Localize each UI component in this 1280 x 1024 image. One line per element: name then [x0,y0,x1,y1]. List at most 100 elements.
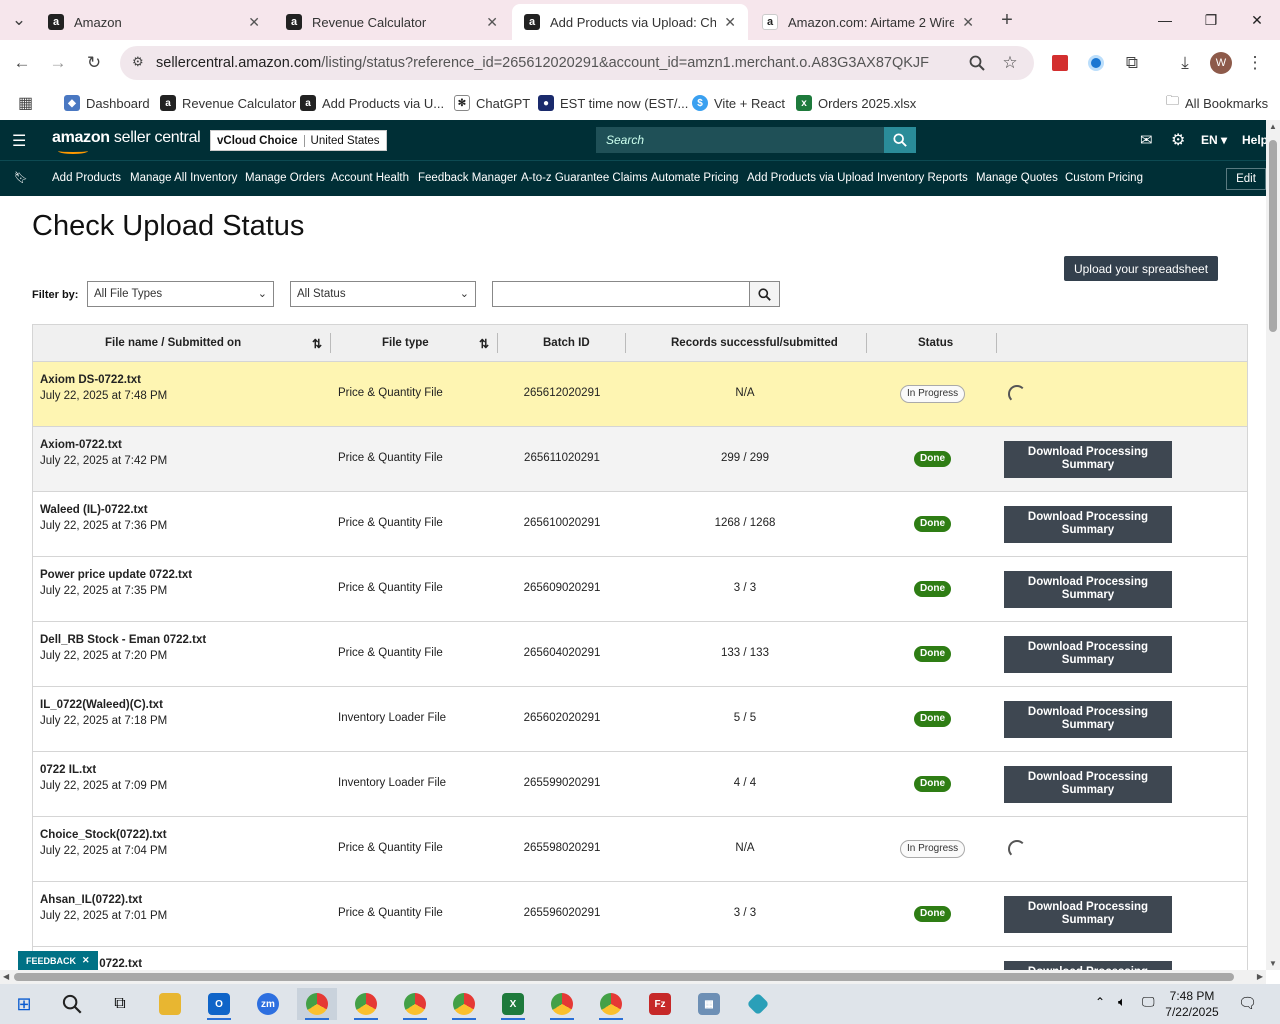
nav-manage-orders[interactable]: Manage Orders [245,172,325,184]
task-view-button[interactable]: ⧉ [100,988,140,1020]
browser-menu-icon[interactable]: ⋮ [1244,52,1266,74]
new-tab-icon[interactable]: + [996,9,1018,31]
language-selector[interactable]: EN ▾ [1201,133,1227,147]
nav-account-health[interactable]: Account Health [331,172,409,184]
taskbar-zoom[interactable]: zm [248,988,288,1020]
bookmark-add-products[interactable]: a Add Products via U... [300,92,444,114]
taskbar-app[interactable] [738,988,778,1020]
close-tab-icon[interactable]: ✕ [962,14,974,31]
bookmark-orders-xlsx[interactable]: x Orders 2025.xlsx [796,92,916,114]
bookmark-revenue-calculator[interactable]: a Revenue Calculator [160,92,296,114]
file-type-filter[interactable]: All File Types ⌄ [87,281,274,307]
bookmark-chatgpt[interactable]: ✻ ChatGPT [454,92,530,114]
site-info-icon[interactable]: ⚙ [132,54,144,70]
taskbar-outlook[interactable]: O [199,988,239,1020]
taskbar-chrome-5[interactable] [542,988,582,1020]
header-file-type[interactable]: File type [382,337,429,349]
zoom-icon[interactable] [966,52,988,74]
extensions-puzzle-icon[interactable]: ⧉ [1121,52,1143,74]
scroll-up-arrow-icon[interactable]: ▲ [1269,122,1277,131]
taskbar-chrome-2[interactable] [346,988,386,1020]
scroll-left-arrow-icon[interactable]: ◀ [3,972,9,981]
close-feedback-icon[interactable]: ✕ [82,955,90,966]
store-selector[interactable]: vCloud Choice United States [210,130,387,151]
start-button[interactable]: ⊞ [4,988,44,1020]
taskbar-chrome-3[interactable] [395,988,435,1020]
profile-avatar[interactable]: W [1210,52,1232,74]
nav-manage-all-inventory[interactable]: Manage All Inventory [130,172,237,184]
seller-central-logo[interactable]: amazon seller central [52,129,201,154]
close-tab-icon[interactable]: ✕ [724,14,736,31]
forward-icon[interactable]: → [47,52,69,74]
taskbar-calculator[interactable]: ▦ [689,988,729,1020]
horizontal-scroll-thumb[interactable] [14,973,1234,981]
taskbar-filezilla[interactable]: Fz [640,988,680,1020]
back-icon[interactable]: ← [11,52,33,74]
nav-a-to-z-claims[interactable]: A-to-z Guarantee Claims [521,172,648,184]
nav-edit-button[interactable]: Edit [1226,168,1266,190]
all-bookmarks[interactable]: 🗀 All Bookmarks [1166,92,1268,114]
browser-tab-airtame[interactable]: a Amazon.com: Airtame 2 Wireless ✕ [750,4,986,40]
taskbar-chrome-4[interactable] [444,988,484,1020]
vertical-scrollbar[interactable]: ▲ ▼ [1266,120,1280,970]
bookmark-star-icon[interactable]: ☆ [999,52,1021,74]
notifications-icon[interactable]: 🗨︎ [1238,994,1257,1012]
taskbar-chrome-6[interactable] [591,988,631,1020]
seller-search-input[interactable]: Search [596,127,884,153]
extension-icon[interactable] [1085,52,1107,74]
bookmark-dashboard[interactable]: ◆ Dashboard [64,92,150,114]
nav-automate-pricing[interactable]: Automate Pricing [651,172,739,184]
nav-manage-quotes[interactable]: Manage Quotes [976,172,1058,184]
show-hidden-icons[interactable]: ⌃ [1095,995,1105,1009]
minimize-icon[interactable]: — [1142,0,1188,40]
apps-grid-icon[interactable]: ▦ [18,92,33,114]
feedback-tab[interactable]: FEEDBACK ✕ [18,951,98,970]
download-processing-summary-button[interactable]: Download Processing Summary [1004,896,1172,933]
download-processing-summary-button[interactable]: Download Processing Summary [1004,766,1172,803]
taskbar-chrome-active[interactable] [297,988,337,1020]
nav-add-products-via-upload[interactable]: Add Products via Upload [747,172,874,184]
browser-tab-amazon[interactable]: a Amazon ✕ [36,4,272,40]
close-window-icon[interactable]: ✕ [1234,0,1280,40]
download-processing-summary-button[interactable]: Download Processing Summary [1004,636,1172,673]
reload-icon[interactable]: ↻ [83,52,105,74]
seller-search-button[interactable] [884,127,916,153]
close-tab-icon[interactable]: ✕ [486,14,498,31]
taskbar-file-explorer[interactable] [150,988,190,1020]
download-processing-summary-button[interactable]: Download Processing Summary [1004,701,1172,738]
taskbar-search[interactable] [52,988,92,1020]
nav-add-products[interactable]: Add Products [52,172,121,184]
status-filter[interactable]: All Status ⌄ [290,281,476,307]
mail-icon[interactable]: ✉ [1140,131,1153,149]
browser-tab-revenue-calculator[interactable]: a Revenue Calculator ✕ [274,4,510,40]
batch-search-button[interactable] [749,281,780,307]
taskbar-excel[interactable]: X [493,988,533,1020]
bookmark-vite-react[interactable]: $ Vite + React [692,92,785,114]
tab-search-chevron-icon[interactable]: ⌄ [8,9,30,31]
network-icon[interactable]: 🖵︎ [1142,994,1155,1010]
address-bar[interactable]: ⚙ sellercentral.amazon.com/listing/statu… [120,46,1034,80]
volume-icon[interactable]: 🔈︎ [1118,994,1126,1010]
nav-custom-pricing[interactable]: Custom Pricing [1065,172,1143,184]
help-link[interactable]: Help [1242,133,1268,147]
pdf-extension-icon[interactable] [1049,52,1071,74]
restore-icon[interactable]: ❐ [1188,0,1234,40]
download-icon[interactable]: ⤓ [1174,52,1196,74]
scroll-down-arrow-icon[interactable]: ▼ [1269,959,1277,968]
nav-inventory-reports[interactable]: Inventory Reports [877,172,968,184]
scroll-right-arrow-icon[interactable]: ▶ [1257,972,1263,981]
sort-icon[interactable]: ⇅ [479,337,489,351]
upload-spreadsheet-button[interactable]: Upload your spreadsheet [1064,256,1218,281]
header-file-name[interactable]: File name / Submitted on [105,337,241,349]
horizontal-scrollbar[interactable]: ◀ ▶ [0,970,1266,984]
browser-tab-add-products[interactable]: a Add Products via Upload: Check ✕ [512,4,748,40]
vertical-scroll-thumb[interactable] [1269,140,1277,332]
download-processing-summary-button[interactable]: Download Processing Summary [1004,571,1172,608]
batch-search-input[interactable] [492,281,750,307]
close-tab-icon[interactable]: ✕ [248,14,260,31]
download-processing-summary-button[interactable]: Download Processing [1004,961,1172,970]
bookmark-pin-icon[interactable]: 🔖︎ [14,171,28,184]
download-processing-summary-button[interactable]: Download Processing Summary [1004,506,1172,543]
nav-feedback-manager[interactable]: Feedback Manager [418,172,517,184]
bookmark-est-time[interactable]: ● EST time now (EST/... [538,92,688,114]
